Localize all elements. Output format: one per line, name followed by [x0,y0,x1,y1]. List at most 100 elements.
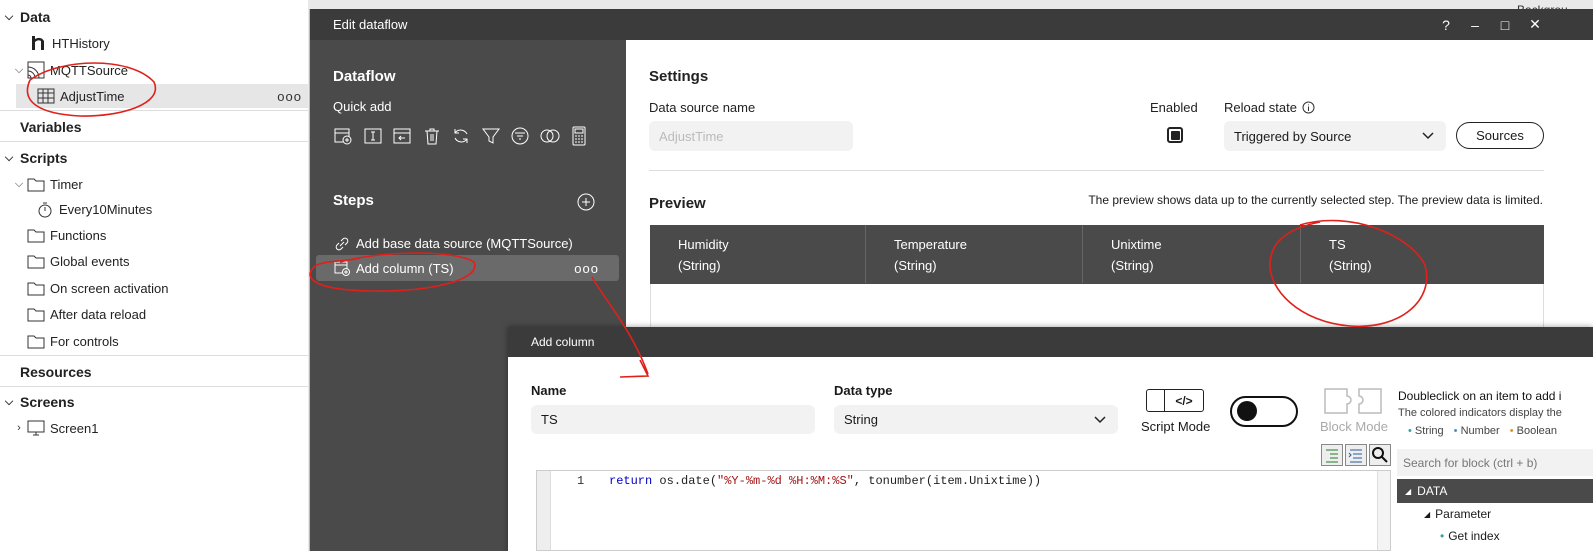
chevron-down-icon [1422,128,1434,142]
divider [0,141,308,142]
dialog-titlebar[interactable]: Edit dataflow [310,9,1593,40]
chevron-down-icon[interactable]: ⌵ [12,178,26,191]
divider [0,386,308,387]
block-search-input[interactable]: Search for block (ctrl + b) [1397,449,1593,476]
code-text: os.date( [652,474,718,488]
join-icon[interactable] [540,126,560,146]
tree-item-hthistory[interactable]: HTHistory [28,31,110,55]
code-keyword: return [609,474,653,488]
tree-label: HTHistory [52,35,110,51]
tree-label: AdjustTime [60,88,125,104]
tree-item-functions[interactable]: Functions [26,223,106,247]
tree-item-for-controls[interactable]: For controls [26,329,119,353]
block-mode-icon[interactable] [1323,387,1383,415]
chevron-down-icon[interactable]: ⌵ [2,396,16,409]
tree-label: Data [20,9,51,25]
tree-scripts[interactable]: ⌵ Scripts [2,146,68,170]
chevron-down-icon[interactable]: ⌵ [12,64,26,77]
select-value: String [844,412,878,427]
tree-item-every10minutes[interactable]: Every10Minutes [35,197,152,221]
editor-scrollbar[interactable] [1377,471,1390,550]
column-header-temperature[interactable]: Temperature (String) [866,225,1083,283]
info-icon[interactable] [1302,101,1315,114]
tree-screens[interactable]: ⌵ Screens [2,390,75,414]
more-icon[interactable]: ooo [277,89,302,104]
name-input[interactable]: TS [531,405,815,434]
tree-item-timer[interactable]: ⌵ Timer [12,172,83,196]
table-icon [36,87,56,105]
minimize-icon[interactable]: – [1460,9,1490,40]
sources-button[interactable]: Sources [1456,122,1544,149]
stopwatch-icon [35,200,55,218]
block-label: Get index [1448,529,1500,543]
step-item-base-source[interactable]: Add base data source (MQTTSource) [333,236,573,251]
code-line[interactable]: return os.date("%Y-%m-%d %H:%M:%S", tonu… [609,474,1041,488]
tree-item-screen1[interactable]: › Screen1 [12,416,98,440]
script-mode-icon[interactable]: </> [1146,389,1204,412]
legend-label: String [1414,425,1444,437]
column-header-humidity[interactable]: Humidity (String) [650,225,866,283]
refresh-icon[interactable] [451,126,471,146]
tree-label: On screen activation [50,280,169,296]
add-column-icon [333,259,351,277]
close-icon[interactable]: ✕ [1520,9,1550,40]
tree-label: Scripts [20,150,68,166]
column-header-ts[interactable]: TS (String) [1301,225,1544,283]
format-icon[interactable] [1345,444,1367,466]
search-icon[interactable] [1369,444,1391,466]
folder-icon [26,226,46,244]
mode-toggle[interactable] [1230,396,1298,427]
enabled-checkbox[interactable] [1167,127,1183,143]
tree-item-global-events[interactable]: Global events [26,249,130,273]
import-icon[interactable] [392,126,412,146]
text-cursor-icon[interactable] [363,126,383,146]
indent-icon[interactable] [1321,444,1343,466]
code-text: , tonumber(item.Unixtime)) [853,474,1042,488]
block-group-parameter[interactable]: ◢ Parameter [1424,507,1491,521]
folder-icon [26,279,46,297]
add-column-dialog: Add column Name TS Data type String </> … [508,327,1593,551]
data-type-select[interactable]: String [834,405,1118,434]
tree-item-on-screen-activation[interactable]: On screen activation [26,276,169,300]
group-label: Parameter [1435,507,1492,521]
preview-heading: Preview [649,195,706,212]
string-indicator: • [1440,529,1445,543]
add-column-icon[interactable] [333,126,353,146]
tree-variables[interactable]: Variables [20,115,82,139]
filter-icon[interactable] [481,126,501,146]
quick-add-label: Quick add [333,99,392,114]
column-header-unixtime[interactable]: Unixtime (String) [1083,225,1301,283]
chevron-down-icon [1094,412,1106,426]
code-editor[interactable]: 1 return os.date("%Y-%m-%d %H:%M:%S", to… [536,470,1391,551]
reload-label-text: Reload state [1224,100,1297,115]
dialog-titlebar[interactable]: Add column [508,327,1593,357]
list-filter-icon[interactable] [510,126,530,146]
block-category-data[interactable]: ◢ DATA [1397,479,1593,503]
chevron-down-icon[interactable]: ⌵ [2,11,16,24]
chevron-right-icon[interactable]: › [12,422,26,434]
divider [0,110,308,111]
column-name: Unixtime [1111,237,1162,252]
step-label: Add column (TS) [356,260,454,276]
data-source-name-input[interactable]: AdjustTime [649,121,853,151]
reload-state-select[interactable]: Triggered by Source [1224,121,1446,151]
tree-resources[interactable]: Resources [20,360,92,384]
maximize-icon[interactable]: □ [1490,9,1520,40]
tree-label: Timer [50,176,83,192]
tree-item-after-data-reload[interactable]: After data reload [26,302,146,326]
trash-icon[interactable] [422,126,442,146]
tree-item-adjusttime[interactable]: AdjustTime ooo [36,84,308,108]
help-icon[interactable]: ? [1431,9,1461,40]
step-label: Add base data source (MQTTSource) [356,236,573,251]
chevron-down-icon[interactable]: ⌵ [2,152,16,165]
calculator-icon[interactable] [569,126,589,146]
select-value: Triggered by Source [1234,128,1352,144]
dialog-title: Add column [531,335,595,349]
add-step-icon[interactable] [576,192,596,212]
block-item-get-index[interactable]: • Get index [1440,529,1500,543]
more-icon[interactable]: ooo [574,261,599,276]
tree-data[interactable]: ⌵ Data [2,5,51,29]
step-item-add-column[interactable]: Add column (TS) ooo [316,255,619,281]
tree-item-mqttsource[interactable]: ⌵ MQTTSource [12,58,128,82]
tree-label: Every10Minutes [59,201,153,217]
